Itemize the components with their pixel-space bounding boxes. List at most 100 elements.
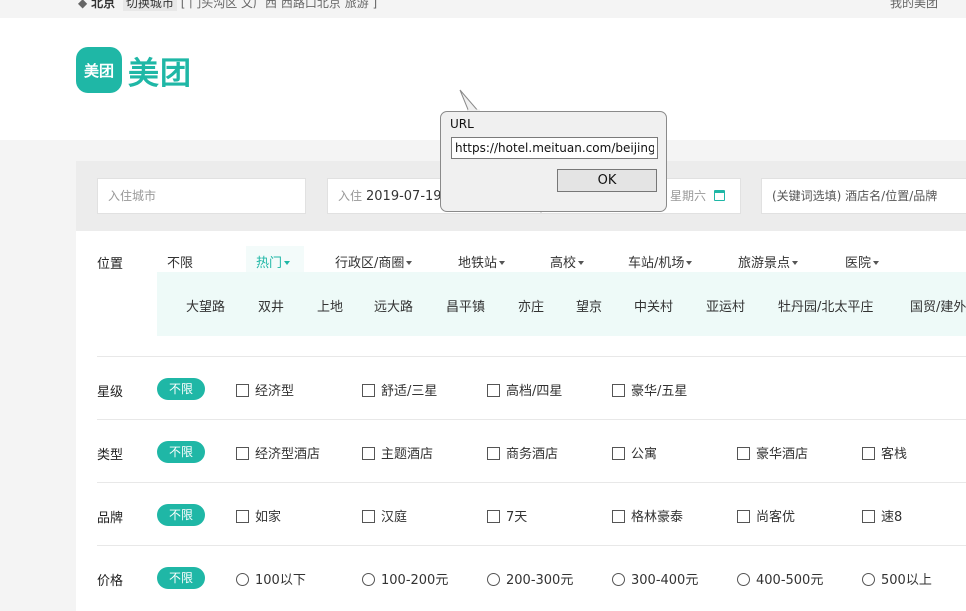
hot-area-item[interactable]: 中关村 [634, 296, 673, 315]
location-tab-station[interactable]: 车站/机场 [628, 252, 693, 271]
star-option[interactable]: 经济型 [236, 380, 294, 399]
price-filter-row: 不限 100以下 100-200元 200-300元 300-400元 400-… [76, 567, 966, 591]
hot-area-item[interactable]: 大望路 [186, 296, 225, 315]
location-tab-university[interactable]: 高校 [550, 252, 585, 271]
current-city: 北京 [91, 0, 116, 10]
url-field[interactable] [451, 137, 658, 159]
radio-button[interactable] [737, 573, 750, 586]
hot-area-item[interactable]: 亚运村 [706, 296, 745, 315]
price-unlimited-button[interactable]: 不限 [157, 567, 205, 589]
price-option[interactable]: 100以下 [236, 569, 306, 588]
radio-button[interactable] [862, 573, 875, 586]
price-option[interactable]: 400-500元 [737, 569, 823, 588]
checkbox[interactable] [862, 510, 875, 523]
price-option-label: 400-500元 [756, 573, 824, 588]
price-option-label: 300-400元 [631, 573, 699, 588]
location-tab-scenic[interactable]: 旅游景点 [738, 252, 799, 271]
brand-option[interactable]: 7天 [487, 506, 527, 525]
city-input[interactable]: 入住城市 [97, 178, 306, 214]
price-option[interactable]: 100-200元 [362, 569, 448, 588]
brand-option-label: 如家 [255, 510, 282, 525]
type-option[interactable]: 公寓 [612, 443, 657, 462]
checkbox[interactable] [236, 384, 249, 397]
brand-option-label: 格林豪泰 [631, 510, 684, 525]
radio-button[interactable] [612, 573, 625, 586]
brand-option-label: 尚客优 [756, 510, 796, 525]
checkbox[interactable] [362, 510, 375, 523]
checkbox[interactable] [612, 447, 625, 460]
logo-text: 美团 [128, 55, 192, 92]
hot-area-item[interactable]: 昌平镇 [446, 296, 485, 315]
chevron-down-icon [578, 261, 585, 265]
checkbox[interactable] [487, 447, 500, 460]
star-option[interactable]: 高档/四星 [487, 380, 562, 399]
hot-area-item[interactable]: 双井 [258, 296, 284, 315]
brand-option-label: 汉庭 [381, 510, 408, 525]
checkbox[interactable] [362, 447, 375, 460]
type-option[interactable]: 经济型酒店 [236, 443, 320, 462]
checkbox[interactable] [236, 447, 249, 460]
star-unlimited-button[interactable]: 不限 [157, 378, 205, 400]
star-option-label: 高档/四星 [506, 384, 563, 399]
brand-option-label: 7天 [506, 510, 528, 525]
star-filter-row: 不限 经济型 舒适/三星 高档/四星 豪华/五星 [76, 378, 966, 402]
brand-option[interactable]: 如家 [236, 506, 281, 525]
type-option[interactable]: 主题酒店 [362, 443, 433, 462]
price-option[interactable]: 500以上 [862, 569, 932, 588]
hot-area-item[interactable]: 国贸/建外 [910, 296, 966, 315]
checkbox[interactable] [487, 384, 500, 397]
location-tab-district[interactable]: 行政区/商圈 [335, 252, 413, 271]
meituan-logo[interactable]: 美团 美团 [76, 47, 192, 93]
radio-button[interactable] [236, 573, 249, 586]
checkbox[interactable] [362, 384, 375, 397]
type-option-label: 客栈 [881, 447, 908, 462]
checkin-label: 入住 [338, 189, 363, 203]
star-option[interactable]: 舒适/三星 [362, 380, 437, 399]
ok-button[interactable]: OK [557, 169, 657, 192]
brand-option[interactable]: 尚客优 [737, 506, 795, 525]
url-dialog: URL OK [440, 111, 667, 212]
divider [97, 545, 966, 546]
brand-option[interactable]: 汉庭 [362, 506, 407, 525]
price-option[interactable]: 200-300元 [487, 569, 573, 588]
star-option[interactable]: 豪华/五星 [612, 380, 687, 399]
type-option[interactable]: 商务酒店 [487, 443, 558, 462]
location-tabs: 不限 热门 行政区/商圈 地铁站 高校 车站/机场 旅游景点 医院 [76, 252, 966, 272]
star-option-label: 豪华/五星 [631, 384, 688, 399]
switch-city-link[interactable]: 切换城市 [122, 0, 177, 11]
my-meituan-link[interactable]: 我的美团 [890, 0, 938, 11]
nearby-areas[interactable]: [ 门头沟区 文广西 西路口北京 旅游 ] [181, 0, 377, 10]
radio-button[interactable] [362, 573, 375, 586]
hot-area-item[interactable]: 牡丹园/北太平庄 [778, 296, 873, 315]
star-option-label: 舒适/三星 [381, 384, 438, 399]
location-tab-hospital[interactable]: 医院 [845, 252, 880, 271]
hot-area-item[interactable]: 上地 [317, 296, 343, 315]
location-tab-subway[interactable]: 地铁站 [458, 252, 506, 271]
divider [97, 356, 966, 357]
brand-option[interactable]: 速8 [862, 506, 902, 525]
checkbox[interactable] [862, 447, 875, 460]
brand-option[interactable]: 格林豪泰 [612, 506, 683, 525]
hot-area-item[interactable]: 亦庄 [518, 296, 544, 315]
checkbox[interactable] [612, 384, 625, 397]
hot-area-item[interactable]: 远大路 [374, 296, 413, 315]
logo-badge: 美团 [76, 47, 122, 93]
location-tab-subway-label: 地铁站 [458, 256, 498, 271]
type-option-label: 公寓 [631, 447, 658, 462]
type-unlimited-button[interactable]: 不限 [157, 441, 205, 463]
checkbox[interactable] [236, 510, 249, 523]
location-tab-hot[interactable]: 热门 [256, 252, 291, 271]
type-option[interactable]: 客栈 [862, 443, 907, 462]
checkbox[interactable] [487, 510, 500, 523]
checkbox[interactable] [612, 510, 625, 523]
keyword-input[interactable]: (关键词选填) 酒店名/位置/品牌 [761, 178, 966, 214]
checkbox[interactable] [737, 510, 750, 523]
hot-area-item[interactable]: 望京 [576, 296, 602, 315]
brand-unlimited-button[interactable]: 不限 [157, 504, 205, 526]
price-option[interactable]: 300-400元 [612, 569, 698, 588]
radio-button[interactable] [487, 573, 500, 586]
type-option[interactable]: 豪华酒店 [737, 443, 808, 462]
price-option-label: 100以下 [255, 573, 306, 588]
location-tab-unlimited[interactable]: 不限 [167, 252, 193, 271]
checkbox[interactable] [737, 447, 750, 460]
